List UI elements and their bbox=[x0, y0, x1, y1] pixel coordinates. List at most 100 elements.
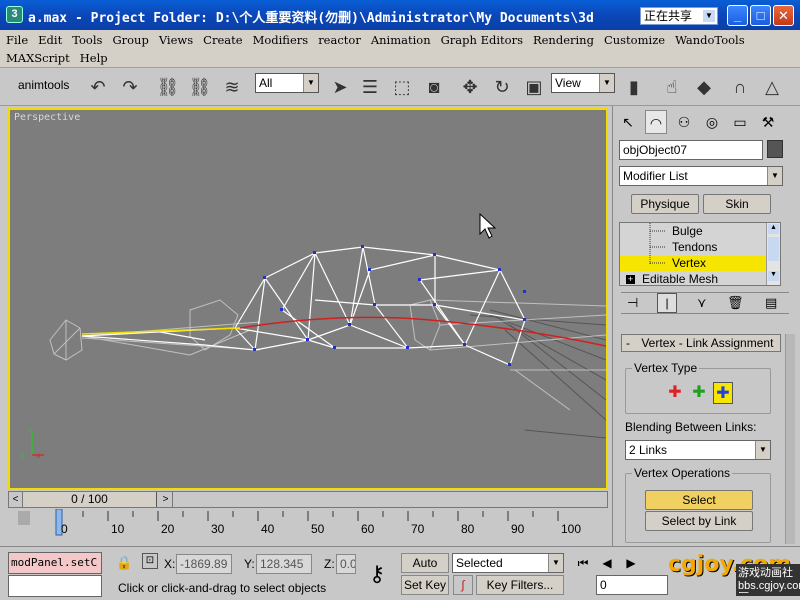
scroll-thumb[interactable] bbox=[768, 237, 779, 261]
menu-file[interactable]: File bbox=[6, 33, 28, 47]
vertex-type-green-icon[interactable]: ✚ bbox=[689, 382, 709, 404]
pin-stack-icon[interactable]: ⊣ bbox=[627, 295, 638, 311]
maximize-button[interactable]: □ bbox=[750, 5, 771, 26]
skin-button[interactable]: Skin bbox=[703, 194, 771, 214]
menu-maxscript[interactable]: MAXScript bbox=[6, 51, 70, 65]
chevron-down-icon[interactable]: ▼ bbox=[303, 74, 318, 92]
modify-tab-icon[interactable]: ◠ bbox=[645, 110, 667, 134]
unlink-selection-icon[interactable]: ⛓ bbox=[186, 73, 214, 101]
snaps-toggle-icon[interactable]: ∩ bbox=[726, 73, 754, 101]
stack-scrollbar[interactable]: ▲ ▼ bbox=[766, 223, 780, 285]
key-mode-dropdown[interactable]: Selected ▼ bbox=[452, 553, 564, 573]
rectangular-selection-icon[interactable]: ⬚ bbox=[388, 73, 416, 101]
hierarchy-tab-icon[interactable]: ⚇ bbox=[673, 110, 695, 134]
set-key-icon[interactable]: ⚷ bbox=[358, 553, 396, 595]
time-slider[interactable]: < 0 / 100 > bbox=[8, 491, 608, 508]
menu-help[interactable]: Help bbox=[80, 51, 108, 65]
animtools-label[interactable]: animtools bbox=[18, 78, 69, 92]
create-tab-icon[interactable]: ↖ bbox=[617, 110, 639, 134]
expand-icon[interactable]: + bbox=[626, 275, 635, 284]
utilities-tab-icon[interactable]: ⚒ bbox=[757, 110, 779, 134]
chevron-down-icon[interactable]: ▼ bbox=[755, 441, 770, 459]
z-coordinate-field[interactable]: 0.0 bbox=[336, 554, 356, 574]
time-slider-next-button[interactable]: > bbox=[159, 492, 173, 507]
angle-snap-icon[interactable]: △ bbox=[758, 73, 786, 101]
maxscript-listener-output[interactable] bbox=[8, 575, 102, 597]
menu-group[interactable]: Group bbox=[112, 33, 148, 47]
time-slider-thumb[interactable]: 0 / 100 bbox=[23, 492, 157, 507]
y-coordinate-field[interactable]: 128.345 bbox=[256, 554, 312, 574]
close-button[interactable]: ✕ bbox=[773, 5, 794, 26]
menu-tools[interactable]: Tools bbox=[72, 33, 102, 47]
scroll-down-icon[interactable]: ▼ bbox=[768, 271, 779, 281]
go-to-start-icon[interactable]: ⏮ bbox=[572, 553, 594, 573]
rollout-vertex-link-assignment[interactable]: - Vertex - Link Assignment bbox=[621, 334, 781, 352]
display-tab-icon[interactable]: ▭ bbox=[729, 110, 751, 134]
menu-rendering[interactable]: Rendering bbox=[533, 33, 594, 47]
menu-create[interactable]: Create bbox=[203, 33, 242, 47]
select-button[interactable]: Select bbox=[645, 490, 753, 510]
previous-frame-icon[interactable]: ◀ bbox=[596, 553, 618, 573]
remove-modifier-icon[interactable]: 🗑 bbox=[727, 295, 744, 311]
select-and-manipulate-icon[interactable]: ☝ bbox=[658, 73, 686, 101]
chevron-down-icon[interactable]: ▼ bbox=[599, 74, 614, 92]
select-object-icon[interactable]: ➤ bbox=[326, 73, 354, 101]
track-bar-icon[interactable] bbox=[18, 511, 30, 525]
object-color-swatch[interactable] bbox=[767, 140, 783, 158]
blending-dropdown[interactable]: 2 Links ▼ bbox=[625, 440, 771, 460]
chevron-down-icon[interactable]: ▼ bbox=[548, 554, 563, 572]
undo-icon[interactable]: ↶ bbox=[84, 73, 112, 101]
set-key-button[interactable]: Set Key bbox=[401, 575, 449, 595]
maxscript-listener[interactable]: modPanel.setC bbox=[8, 552, 102, 574]
menu-wandotools[interactable]: WandoTools bbox=[675, 33, 745, 47]
minimize-button[interactable]: _ bbox=[727, 5, 748, 26]
select-and-move-icon[interactable]: ✥ bbox=[456, 73, 484, 101]
modifier-list-dropdown[interactable]: Modifier List ▼ bbox=[619, 166, 783, 186]
keyboard-shortcut-override-icon[interactable]: ◆ bbox=[690, 73, 718, 101]
play-icon[interactable]: ▶ bbox=[620, 553, 642, 573]
vertex-type-blue-icon[interactable]: ✚ bbox=[713, 382, 733, 404]
menu-edit[interactable]: Edit bbox=[38, 33, 62, 47]
show-end-result-icon[interactable]: | bbox=[657, 293, 677, 313]
lock-selection-icon[interactable]: 🔒 bbox=[116, 555, 132, 571]
select-and-scale-icon[interactable]: ▣ bbox=[520, 73, 548, 101]
key-filters-button[interactable]: Key Filters... bbox=[476, 575, 564, 595]
perspective-viewport[interactable]: z x y Perspective bbox=[8, 108, 608, 490]
select-and-link-icon[interactable]: ⛓ bbox=[154, 73, 182, 101]
make-unique-icon[interactable]: ⋎ bbox=[697, 295, 707, 311]
menu-customize[interactable]: Customize bbox=[604, 33, 665, 47]
menu-modifiers[interactable]: Modifiers bbox=[253, 33, 309, 47]
bind-to-space-warp-icon[interactable]: ≋ bbox=[218, 73, 246, 101]
select-by-link-button[interactable]: Select by Link bbox=[645, 511, 753, 531]
window-crossing-icon[interactable]: ◙ bbox=[420, 73, 448, 101]
time-slider-prev-button[interactable]: < bbox=[9, 492, 23, 507]
panel-scrollbar[interactable] bbox=[785, 334, 795, 544]
reference-coordinate-dropdown[interactable]: View ▼ bbox=[551, 73, 615, 93]
viewport-label[interactable]: Perspective bbox=[14, 112, 80, 123]
menu-graph-editors[interactable]: Graph Editors bbox=[441, 33, 523, 47]
ime-indicator[interactable]: 正在共享 ▼ bbox=[640, 7, 718, 25]
menu-animation[interactable]: Animation bbox=[371, 33, 431, 47]
stack-item-editable-mesh[interactable]: Editable Mesh bbox=[620, 272, 768, 285]
motion-tab-icon[interactable]: ◎ bbox=[701, 110, 723, 134]
selection-filter-dropdown[interactable]: All ▼ bbox=[255, 73, 319, 93]
use-pivot-center-icon[interactable]: ▮ bbox=[620, 73, 648, 101]
select-and-rotate-icon[interactable]: ↻ bbox=[488, 73, 516, 101]
menu-reactor[interactable]: reactor bbox=[318, 33, 361, 47]
select-by-name-icon[interactable]: ☰ bbox=[356, 73, 384, 101]
object-name-field[interactable]: objObject07 bbox=[619, 140, 763, 160]
modifier-stack[interactable]: Bulge Tendons Vertex Editable Mesh + ▲ ▼ bbox=[619, 222, 781, 286]
configure-modifier-sets-icon[interactable]: ▤ bbox=[765, 295, 777, 311]
track-bar[interactable]: 0 10 20 30 40 50 60 70 80 90 100 bbox=[8, 509, 608, 545]
redo-icon[interactable]: ↷ bbox=[116, 73, 144, 101]
menu-views[interactable]: Views bbox=[159, 33, 193, 47]
vertex-type-red-icon[interactable]: ✚ bbox=[665, 382, 685, 404]
physique-button[interactable]: Physique bbox=[631, 194, 699, 214]
current-frame-field[interactable]: 0 bbox=[596, 575, 668, 595]
default-tangents-icon[interactable]: ∫ bbox=[453, 575, 473, 595]
chevron-down-icon[interactable]: ▼ bbox=[703, 10, 715, 22]
x-coordinate-field[interactable]: -1869.89 bbox=[176, 554, 232, 574]
auto-key-button[interactable]: Auto Key bbox=[401, 553, 449, 588]
chevron-down-icon[interactable]: ▼ bbox=[767, 167, 782, 185]
absolute-mode-icon[interactable]: ⊡ bbox=[142, 553, 158, 569]
